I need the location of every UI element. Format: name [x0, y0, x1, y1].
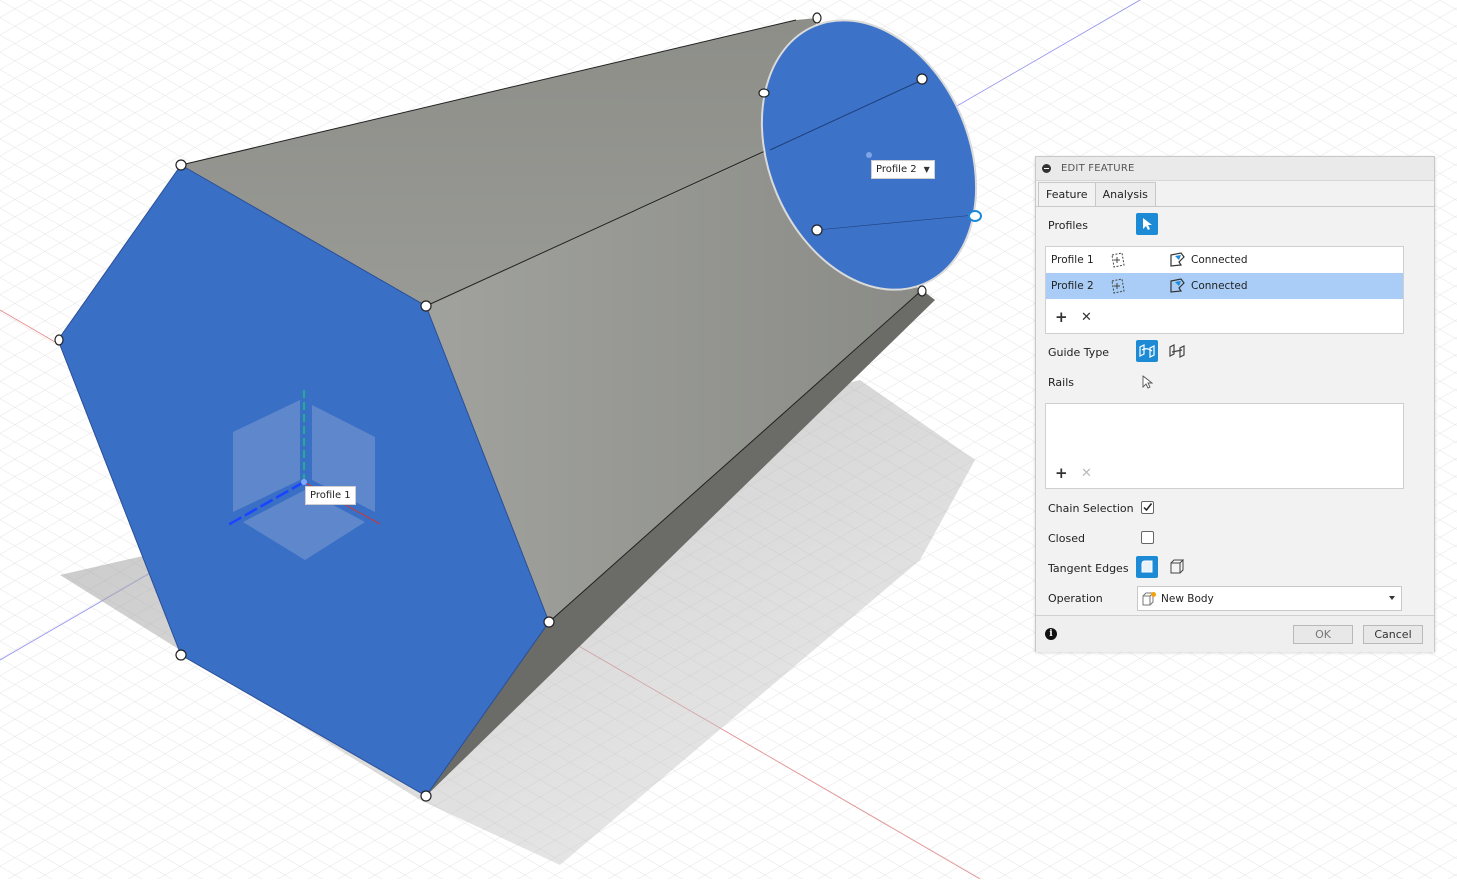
profile-row-name: Profile 1 — [1051, 254, 1094, 266]
cancel-button[interactable]: Cancel — [1363, 625, 1423, 644]
closed-label: Closed — [1048, 532, 1085, 545]
operation-value: New Body — [1161, 592, 1214, 605]
vertex-handle[interactable] — [54, 334, 64, 346]
remove-profile-icon[interactable]: ✕ — [1081, 310, 1092, 325]
operation-label: Operation — [1048, 592, 1103, 605]
checkmark-icon — [1143, 503, 1153, 512]
connected-icon[interactable] — [1169, 278, 1185, 294]
ok-button[interactable]: OK — [1293, 625, 1353, 644]
vertex-handle[interactable] — [811, 224, 823, 236]
tangent-edges-keep-button[interactable] — [1166, 556, 1188, 578]
guide-type-centerline-button[interactable] — [1166, 340, 1188, 362]
tab-bar: Feature Analysis — [1036, 181, 1434, 207]
panel-title: EDIT FEATURE — [1061, 163, 1135, 174]
vertex-handle[interactable] — [175, 649, 187, 661]
pointer-icon — [1142, 375, 1153, 389]
vertex-handle[interactable] — [916, 73, 928, 85]
new-body-icon — [1142, 591, 1156, 605]
remove-rail-icon[interactable]: ✕ — [1081, 466, 1092, 481]
keep-edges-icon — [1170, 559, 1185, 574]
chevron-down-icon[interactable]: ▼ — [924, 165, 930, 174]
chain-selection-label: Chain Selection — [1048, 502, 1134, 515]
vertex-handle[interactable] — [758, 88, 770, 98]
profiles-list: Profile 1 Connected Profile 2 Connected — [1045, 246, 1404, 334]
add-rail-icon[interactable]: + — [1055, 466, 1068, 481]
point-icon[interactable] — [1109, 278, 1127, 294]
edit-feature-panel: EDIT FEATURE Feature Analysis Profiles P… — [1035, 156, 1435, 652]
chain-selection-checkbox[interactable] — [1141, 501, 1154, 514]
profile-2-center[interactable] — [866, 152, 872, 158]
tangent-edges-merge-button[interactable] — [1136, 556, 1158, 578]
point-icon[interactable] — [1109, 252, 1127, 268]
vertex-handle[interactable] — [917, 285, 927, 297]
profile-row-name: Profile 2 — [1051, 280, 1094, 292]
rails-icon — [1139, 344, 1155, 358]
info-icon[interactable]: i — [1045, 628, 1057, 640]
connected-icon[interactable] — [1169, 252, 1185, 268]
profile-row-status: Connected — [1191, 254, 1248, 266]
closed-checkbox[interactable] — [1141, 531, 1154, 544]
rails-select-button[interactable] — [1136, 371, 1158, 393]
profile-row-2[interactable]: Profile 2 Connected — [1046, 273, 1403, 299]
profiles-select-button[interactable] — [1136, 213, 1158, 235]
profile-1-tag-text: Profile 1 — [310, 490, 351, 501]
chevron-down-icon[interactable] — [1389, 596, 1395, 600]
pointer-icon — [1143, 218, 1152, 230]
add-profile-icon[interactable]: + — [1055, 310, 1068, 325]
tab-analysis[interactable]: Analysis — [1095, 182, 1156, 206]
vertex-handle[interactable] — [543, 616, 555, 628]
panel-footer: i OK Cancel — [1036, 615, 1434, 652]
rails-label: Rails — [1048, 376, 1074, 389]
rails-list: + ✕ — [1045, 403, 1404, 489]
tangent-edges-label: Tangent Edges — [1048, 562, 1129, 575]
panel-header: EDIT FEATURE — [1036, 157, 1434, 181]
vertex-handle[interactable] — [420, 790, 432, 802]
origin-point[interactable] — [301, 479, 307, 485]
vertex-handle[interactable] — [175, 159, 187, 171]
profile-row-1[interactable]: Profile 1 Connected — [1046, 247, 1403, 273]
tab-feature[interactable]: Feature — [1038, 182, 1096, 206]
selected-vertex-handle[interactable] — [968, 210, 982, 222]
profile-2-tag[interactable]: Profile 2 ▼ — [871, 160, 935, 179]
merge-edges-icon — [1141, 560, 1153, 573]
vertex-handle[interactable] — [420, 300, 432, 312]
profile-row-status: Connected — [1191, 280, 1248, 292]
profiles-label: Profiles — [1048, 219, 1088, 232]
operation-select[interactable]: New Body — [1137, 586, 1402, 611]
vertex-handle[interactable] — [812, 12, 822, 24]
centerline-icon — [1169, 344, 1185, 358]
guide-type-label: Guide Type — [1048, 346, 1110, 359]
collapse-icon[interactable] — [1042, 164, 1051, 173]
profile-2-tag-text: Profile 2 — [876, 164, 917, 175]
guide-type-rails-button[interactable] — [1136, 340, 1158, 362]
profile-1-tag[interactable]: Profile 1 — [305, 486, 356, 505]
